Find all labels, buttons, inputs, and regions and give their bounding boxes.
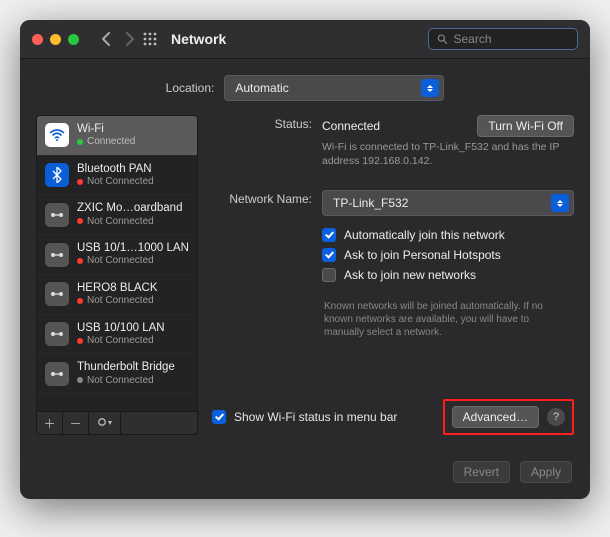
advanced-highlight: Advanced… ? [443,399,574,435]
new-networks-label: Ask to join new networks [344,268,476,282]
sidebar: Wi-Fi Connected Bluetooth PAN Not Connec… [36,115,198,435]
interface-name: Bluetooth PAN [77,163,154,176]
status-dot-icon [77,377,83,383]
apply-button[interactable]: Apply [520,461,572,483]
network-name-value: TP-Link_F532 [333,196,408,210]
status-dot-icon [77,218,83,224]
search-icon [437,33,448,45]
sidebar-item-bluetooth-pan[interactable]: Bluetooth PAN Not Connected [37,156,197,196]
interface-name: USB 10/100 LAN [77,322,165,335]
status-dot-icon [77,258,83,264]
network-name-label: Network Name: [212,190,312,206]
sidebar-item-usb-1000[interactable]: USB 10/1…1000 LAN Not Connected [37,235,197,275]
location-select[interactable]: Automatic [224,75,444,101]
search-field[interactable] [428,28,578,50]
search-input[interactable] [454,32,570,46]
location-value: Automatic [235,81,288,95]
revert-button[interactable]: Revert [453,461,510,483]
interface-name: Wi-Fi [77,123,135,136]
zoom-window-button[interactable] [68,34,79,45]
remove-interface-button[interactable]: － [63,412,89,434]
network-name-section: Network Name: TP-Link_F532 Automatically… [212,190,574,288]
status-value: Connected [322,119,380,133]
location-label: Location: [166,81,215,95]
interface-actions-button[interactable] [89,412,121,434]
auto-join-row: Automatically join this network [322,228,574,242]
select-arrows-icon [551,194,569,212]
add-interface-button[interactable]: ＋ [37,412,63,434]
status-description: Wi-Fi is connected to TP-Link_F532 and h… [322,141,562,168]
sidebar-item-usb-100[interactable]: USB 10/100 LAN Not Connected [37,315,197,355]
interface-name: ZXIC Mo…oardband [77,202,182,215]
menubar-label: Show Wi-Fi status in menu bar [234,410,397,424]
menubar-row: Show Wi-Fi status in menu bar [212,410,397,424]
sidebar-item-zxic[interactable]: ZXIC Mo…oardband Not Connected [37,195,197,235]
sidebar-item-wifi[interactable]: Wi-Fi Connected [37,116,197,156]
select-arrows-icon [421,79,439,97]
menubar-checkbox[interactable] [212,410,226,424]
thunderbolt-icon [45,362,69,386]
footer: Revert Apply [20,451,590,499]
network-name-select[interactable]: TP-Link_F532 [322,190,574,216]
interface-list: Wi-Fi Connected Bluetooth PAN Not Connec… [36,115,198,412]
auto-join-label: Automatically join this network [344,228,505,242]
auto-join-checkbox[interactable] [322,228,336,242]
advanced-button[interactable]: Advanced… [452,406,539,428]
close-window-button[interactable] [32,34,43,45]
back-button[interactable] [101,32,111,46]
network-preferences-window: Network Location: Automatic Wi-Fi [20,20,590,499]
status-dot-icon [77,139,83,145]
status-label: Status: [212,115,312,131]
status-dot-icon [77,338,83,344]
new-networks-checkbox[interactable] [322,268,336,282]
sidebar-item-thunderbolt[interactable]: Thunderbolt Bridge Not Connected [37,354,197,394]
forward-button[interactable] [125,32,135,46]
nav-buttons [101,32,135,46]
wifi-toggle-button[interactable]: Turn Wi-Fi Off [477,115,574,137]
show-all-icon[interactable] [143,32,157,46]
hotspots-row: Ask to join Personal Hotspots [322,248,574,262]
pane-body: Wi-Fi Connected Bluetooth PAN Not Connec… [20,115,590,451]
status-section: Status: Connected Turn Wi-Fi Off Wi-Fi i… [212,115,574,168]
hotspots-checkbox[interactable] [322,248,336,262]
status-dot-icon [77,298,83,304]
bottom-row: Show Wi-Fi status in menu bar Advanced… … [212,339,574,435]
ethernet-icon [45,243,69,267]
interface-name: USB 10/1…1000 LAN [77,242,189,255]
titlebar: Network [20,20,590,59]
ethernet-icon [45,322,69,346]
new-networks-description: Known networks will be joined automatica… [324,300,554,339]
ethernet-icon [45,282,69,306]
window-controls [32,34,79,45]
wifi-icon [45,123,69,147]
main-content: Status: Connected Turn Wi-Fi Off Wi-Fi i… [212,115,574,435]
sidebar-item-hero8[interactable]: HERO8 BLACK Not Connected [37,275,197,315]
location-row: Location: Automatic [20,59,590,115]
interface-name: HERO8 BLACK [77,282,158,295]
new-networks-row: Ask to join new networks [322,268,574,282]
status-dot-icon [77,179,83,185]
window-title: Network [171,31,226,47]
ethernet-icon [45,203,69,227]
help-button[interactable]: ? [547,408,565,426]
interface-name: Thunderbolt Bridge [77,361,175,374]
sidebar-toolbar: ＋ － [36,412,198,435]
hotspots-label: Ask to join Personal Hotspots [344,248,501,262]
bluetooth-icon [45,163,69,187]
minimize-window-button[interactable] [50,34,61,45]
